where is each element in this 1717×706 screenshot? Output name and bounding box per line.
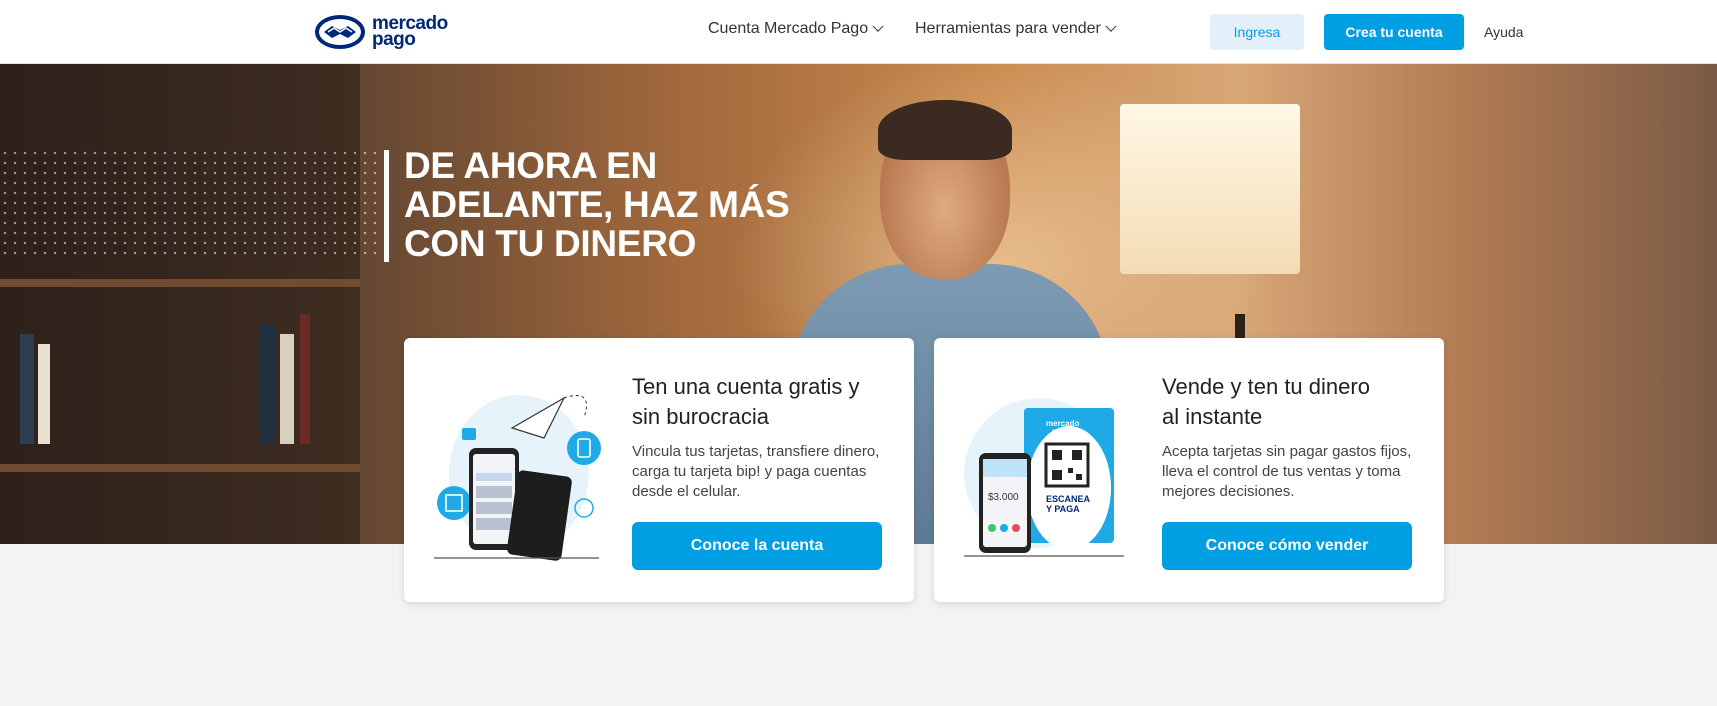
card-title: Vende y ten tu dinero al instante <box>1162 372 1422 432</box>
shelf-board <box>0 279 360 287</box>
book <box>260 324 276 444</box>
know-how-to-sell-button[interactable]: Conoce cómo vender <box>1162 522 1412 570</box>
chevron-down-icon <box>1105 20 1117 32</box>
chevron-down-icon <box>872 20 884 32</box>
nav-label: Herramientas para vender <box>915 20 1101 37</box>
stand-caption: Y PAGA <box>1046 504 1080 514</box>
create-account-button[interactable]: Crea tu cuenta <box>1324 14 1464 50</box>
handshake-logo-icon <box>315 15 365 49</box>
person-hair <box>878 100 1012 160</box>
top-header: mercado pago Cuenta Mercado Pago Herrami… <box>0 0 1717 64</box>
card-title-line-2: al instante <box>1162 404 1263 429</box>
help-link[interactable]: Ayuda <box>1484 24 1523 40</box>
stand-caption: ESCANEA <box>1046 494 1091 504</box>
headline-line-1: DE AHORA EN <box>404 145 657 186</box>
phone-and-card-illustration <box>434 395 601 561</box>
card-description: Vincula tus tarjetas, transfiere dinero,… <box>632 443 880 500</box>
nav-label: Cuenta Mercado Pago <box>708 20 869 37</box>
card-description: Acepta tarjetas sin pagar gastos fijos, … <box>1162 443 1412 500</box>
card-title-line-2: sin burocracia <box>632 404 769 429</box>
headline-line-3: CON TU DINERO <box>404 223 697 264</box>
shelf-board <box>0 464 360 472</box>
hero-headline: DE AHORA EN ADELANTE, HAZ MÁS CON TU DIN… <box>404 146 824 263</box>
mercado-pago-logo[interactable]: mercado pago <box>314 12 464 52</box>
headline-accent-bar <box>384 150 389 262</box>
nav-cuenta-mercado-pago[interactable]: Cuenta Mercado Pago <box>708 20 884 38</box>
bookshelf <box>0 64 360 544</box>
amount-text: $3.000 <box>988 492 1019 503</box>
book <box>300 314 310 444</box>
qr-stand-illustration: mercado pago ESCANEA Y PAGA $3.000 <box>964 398 1124 557</box>
dot-pattern <box>0 148 385 256</box>
headline-line-2: ADELANTE, HAZ MÁS <box>404 184 790 225</box>
card-title-line-1: Ten una cuenta gratis y <box>632 374 860 399</box>
logo-line-2: pago <box>372 29 416 50</box>
room-window <box>1120 104 1300 274</box>
book <box>280 334 294 444</box>
nav-herramientas-para-vender[interactable]: Herramientas para vender <box>915 20 1117 38</box>
book <box>20 334 34 444</box>
card-title-line-1: Vende y ten tu dinero <box>1162 374 1370 399</box>
book <box>38 344 50 444</box>
card-title: Ten una cuenta gratis y sin burocracia <box>632 372 892 432</box>
stand-logo-text: pago <box>1052 427 1071 436</box>
logo-wordmark: mercado pago <box>372 14 448 50</box>
sell-card: mercado pago ESCANEA Y PAGA $3.000 Vende… <box>934 338 1444 602</box>
login-button[interactable]: Ingresa <box>1210 14 1304 50</box>
account-card: Ten una cuenta gratis y sin burocracia V… <box>404 338 914 602</box>
know-account-button[interactable]: Conoce la cuenta <box>632 522 882 570</box>
